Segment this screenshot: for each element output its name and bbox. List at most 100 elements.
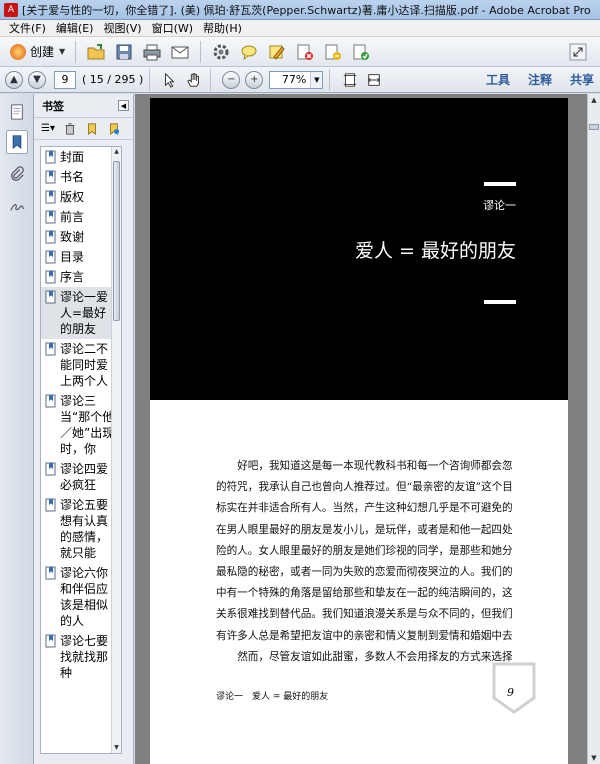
page-thumbnails-icon[interactable] (6, 100, 28, 124)
bookmark-label: 谬论一爱人=最好的朋友 (60, 290, 109, 336)
bookmarks-toolbar: ☰▾ (34, 118, 133, 140)
bookmark-icon (45, 150, 56, 164)
bookmark-icon (45, 170, 56, 184)
bookmark-item[interactable]: 谬论六你和伴侣应该是相似的人 (41, 563, 121, 631)
document-scroll-thumb[interactable] (589, 124, 599, 130)
toolbar-divider (75, 40, 77, 63)
bookmark-item[interactable]: 谬论四爱必疯狂 (41, 459, 121, 495)
bookmark-item[interactable]: 谬论五要想有认真的感情，就只能 (41, 495, 121, 563)
bookmark-icon (45, 190, 56, 204)
bookmarks-scrollbar[interactable]: ▲ ▼ (111, 147, 121, 753)
menu-bar: 文件(F) 编辑(E) 视图(V) 窗口(W) 帮助(H) (0, 20, 600, 37)
email-icon[interactable] (170, 42, 190, 62)
bookmark-options-icon[interactable]: ☰▾ (40, 121, 56, 137)
bookmark-item[interactable]: 版权 (41, 187, 121, 207)
next-page-button[interactable]: ▼ (28, 70, 46, 89)
fit-width-icon[interactable] (364, 70, 384, 90)
previous-page-button[interactable]: ▲ (5, 70, 23, 89)
bookmarks-panel-icon[interactable] (6, 130, 28, 154)
text-line: 险的人。女人眼里最好的朋友是她们珍视的同学，是那些和她分享 (216, 544, 512, 557)
bookmark-item[interactable]: 序言 (41, 267, 121, 287)
bookmark-label: 目录 (60, 250, 85, 264)
bookmark-item[interactable]: 封面 (41, 147, 121, 167)
hand-tool-icon[interactable] (184, 70, 204, 90)
save-icon[interactable] (114, 42, 134, 62)
bookmark-item[interactable]: 书名 (41, 167, 121, 187)
decorative-bar (484, 300, 516, 304)
bookmarks-scroll-thumb[interactable] (113, 161, 120, 321)
comment-link[interactable]: 注释 (528, 71, 552, 88)
document-viewer[interactable]: 谬论一 爱人 = 最好的朋友 好吧，我知道这是每一本现代教科书和每一个咨询师都会… (135, 94, 587, 764)
bookmark-item[interactable]: 谬论一爱人=最好的朋友 (41, 287, 121, 339)
bookmark-item[interactable]: 前言 (41, 207, 121, 227)
bookmark-icon (45, 270, 56, 284)
menu-help[interactable]: 帮助(H) (198, 20, 247, 36)
expand-bookmark-icon[interactable] (106, 121, 122, 137)
bookmark-item[interactable]: 目录 (41, 247, 121, 267)
menu-view[interactable]: 视图(V) (98, 20, 146, 36)
create-button[interactable]: 创建 ▼ (6, 41, 69, 63)
signatures-icon[interactable] (6, 194, 28, 218)
select-tool-icon[interactable] (160, 70, 180, 90)
navigation-toolbar: ▲ ▼ 9 ( 15 / 295 ) − + 77% ▼ 工具 注释 共享 (0, 67, 600, 93)
scroll-down-icon[interactable]: ▼ (112, 743, 121, 753)
bookmark-label: 序言 (60, 270, 85, 284)
bookmark-item[interactable]: 谬论七要找就找那种 (41, 631, 121, 683)
bookmark-icon (45, 250, 56, 264)
bookmark-icon (45, 210, 56, 224)
tools-link[interactable]: 工具 (486, 71, 510, 88)
bookmark-label: 谬论五要想有认真的感情，就只能 (60, 498, 109, 560)
menu-window[interactable]: 窗口(W) (147, 20, 198, 36)
share-link[interactable]: 共享 (570, 71, 594, 88)
text-line: 有许多人总是希望把友谊中的亲密和情义复制到爱情和婚姻中去。 (216, 629, 512, 642)
toolbar-divider (149, 68, 151, 91)
bookmark-item[interactable]: 致谢 (41, 227, 121, 247)
panel-links: 工具 注释 共享 (468, 71, 594, 88)
export-icon[interactable] (351, 42, 371, 62)
collapse-panel-icon[interactable]: ◀ (118, 100, 129, 111)
attachments-icon[interactable] (6, 162, 28, 186)
toolbar-divider (200, 40, 202, 63)
watermark-stamp (492, 662, 536, 714)
body-text: 好吧，我知道这是每一本现代教科书和每一个咨询师都会忽叨 的符咒，我承认自己也曾向… (216, 456, 512, 668)
zoom-value: 77% (281, 73, 307, 86)
print-icon[interactable] (142, 42, 162, 62)
bookmark-item[interactable]: 谬论二不能同时爱上两个人 (41, 339, 121, 391)
text-line: 然而，尽管友谊如此甜蜜，多数人不会用择友的方式来选择伴 (237, 650, 512, 663)
document-scrollbar[interactable]: ▲ ▼ (587, 94, 600, 764)
scroll-down-icon[interactable]: ▼ (588, 752, 600, 764)
menu-edit[interactable]: 编辑(E) (51, 20, 99, 36)
highlight-icon[interactable] (267, 42, 287, 62)
bookmarks-list: 封面 书名版权前言 致谢目录序言谬论一爱人=最好的朋友 谬论二不能同时爱上两个人 谬论三… (40, 146, 122, 754)
bookmarks-header: 书签 ◀ (34, 94, 133, 118)
scroll-up-icon[interactable]: ▲ (112, 147, 121, 157)
bookmark-label: 版权 (60, 190, 85, 204)
toolbar-divider (329, 68, 331, 91)
bookmarks-title: 书签 (42, 99, 64, 113)
plus-icon: + (250, 74, 259, 85)
fit-page-icon[interactable] (340, 70, 360, 90)
expand-icon[interactable] (568, 42, 588, 62)
bookmark-label: 谬论六你和伴侣应该是相似的人 (60, 566, 109, 628)
settings-icon[interactable] (211, 42, 231, 62)
sign-icon[interactable] (323, 42, 343, 62)
title-bar: A [关于爱与性的一切，你全错了]. (美) 佩珀·舒瓦茨(Pepper.Sch… (0, 0, 600, 20)
bookmark-icon (45, 566, 56, 580)
delete-bookmark-icon[interactable] (62, 121, 78, 137)
menu-file[interactable]: 文件(F) (4, 20, 51, 36)
text-line: 关系很难找到替代品。我们知道浪漫关系是与众不同的，但我们中 (216, 608, 512, 621)
scroll-up-icon[interactable]: ▲ (588, 94, 600, 106)
chevron-down-icon[interactable]: ▼ (310, 71, 323, 88)
comment-icon[interactable] (239, 42, 259, 62)
bookmark-item[interactable]: 谬论三当“那个他／她”出现时，你 (41, 391, 121, 459)
reject-icon[interactable] (295, 42, 315, 62)
new-bookmark-icon[interactable] (84, 121, 100, 137)
arrow-down-icon: ▼ (33, 74, 41, 85)
bookmark-label: 谬论二不能同时爱上两个人 (60, 342, 109, 388)
decorative-bar (484, 182, 516, 186)
zoom-select[interactable]: 77% ▼ (269, 70, 324, 89)
page-number-input[interactable]: 9 (54, 70, 76, 89)
zoom-in-button[interactable]: + (245, 70, 264, 89)
open-folder-icon[interactable] (86, 42, 106, 62)
zoom-out-button[interactable]: − (222, 70, 241, 89)
